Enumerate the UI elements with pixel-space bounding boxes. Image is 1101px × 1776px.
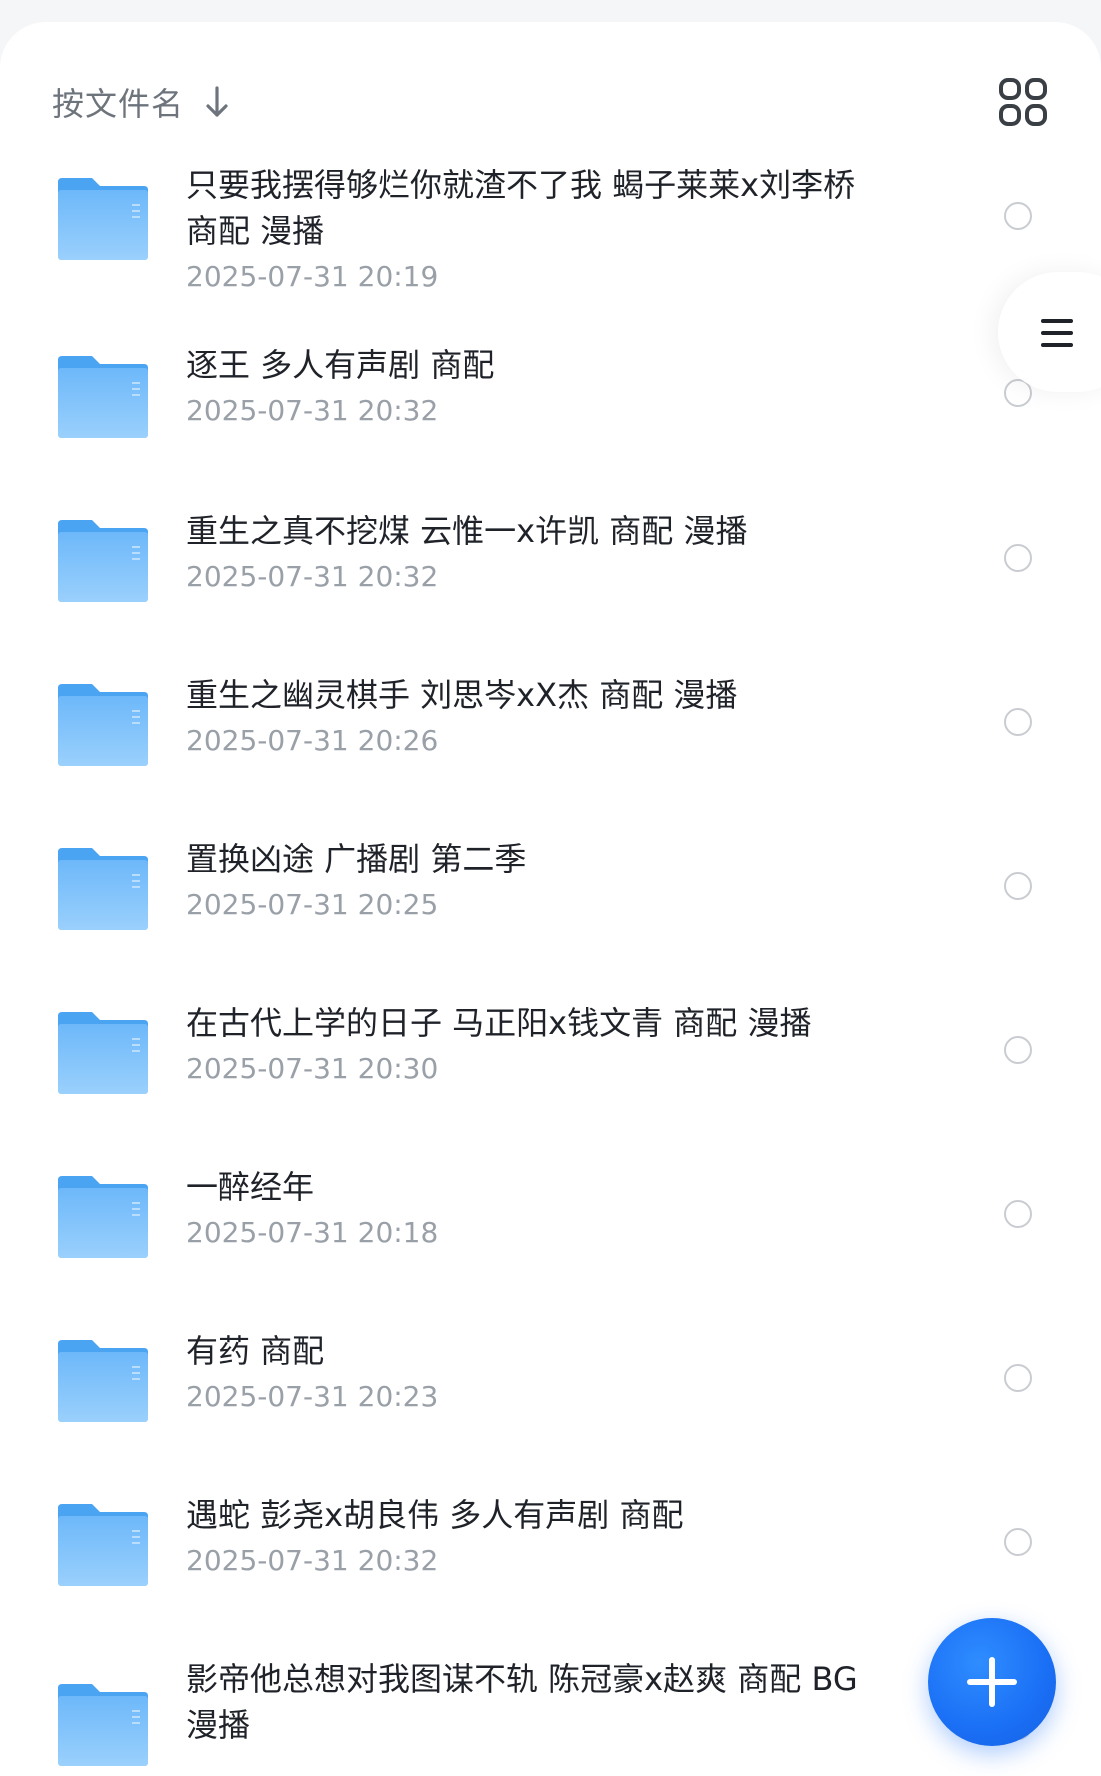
- file-name: 重生之真不挖煤 云惟一x许凯 商配 漫播: [186, 512, 748, 550]
- file-date: 2025-07-31 20:19: [186, 260, 439, 293]
- file-text: 遇蛇 彭尧x胡良伟 多人有声剧 商配 2025-07-31 20:32: [186, 1492, 906, 1582]
- file-date: 2025-07-31 20:18: [186, 1216, 439, 1249]
- plus-icon: [967, 1657, 1017, 1707]
- file-name: 影帝他总想对我图谋不轨 陈冠豪x赵爽 商配 BG 漫播: [186, 1660, 858, 1744]
- file-text: 逐王 多人有声剧 商配 2025-07-31 20:32: [186, 342, 906, 432]
- folder-icon: [58, 1684, 148, 1766]
- file-date: 2025-07-31 20:25: [186, 888, 439, 921]
- folder-icon: [58, 520, 148, 602]
- file-text: 只要我摆得够烂你就渣不了我 蝎子莱莱x刘李桥 商配 漫播 2025-07-31 …: [186, 162, 906, 298]
- file-name: 遇蛇 彭尧x胡良伟 多人有声剧 商配: [186, 1496, 684, 1534]
- select-radio[interactable]: [1004, 1528, 1032, 1556]
- file-date: 2025-07-31 20:32: [186, 1544, 439, 1577]
- folder-icon: [58, 1176, 148, 1258]
- file-name: 在古代上学的日子 马正阳x钱文青 商配 漫播: [186, 1004, 812, 1042]
- file-name: 逐王 多人有声剧 商配: [186, 346, 495, 384]
- arrow-down-icon: [202, 84, 232, 120]
- file-date: 2025-07-31 20:30: [186, 1052, 439, 1085]
- file-date: 2025-07-31 20:32: [186, 560, 439, 593]
- add-button[interactable]: [928, 1618, 1056, 1746]
- file-text: 在古代上学的日子 马正阳x钱文青 商配 漫播 2025-07-31 20:30: [186, 1000, 906, 1090]
- file-name: 置换凶途 广播剧 第二季: [186, 840, 527, 878]
- file-name: 重生之幽灵棋手 刘思岑xX杰 商配 漫播: [186, 676, 738, 714]
- select-radio[interactable]: [1004, 202, 1032, 230]
- file-text: 一醉经年 2025-07-31 20:18: [186, 1164, 906, 1254]
- file-text: 有药 商配 2025-07-31 20:23: [186, 1328, 906, 1418]
- folder-icon: [58, 684, 148, 766]
- select-radio[interactable]: [1004, 708, 1032, 736]
- folder-icon: [58, 1504, 148, 1586]
- file-date: 2025-07-31 20:23: [186, 1380, 439, 1413]
- file-name: 有药 商配: [186, 1332, 325, 1370]
- select-radio[interactable]: [1004, 1200, 1032, 1228]
- folder-icon: [58, 356, 148, 438]
- select-radio[interactable]: [1004, 1364, 1032, 1392]
- select-radio[interactable]: [1004, 544, 1032, 572]
- file-name: 只要我摆得够烂你就渣不了我 蝎子莱莱x刘李桥 商配 漫播: [186, 166, 856, 250]
- grid-view-icon[interactable]: [998, 77, 1048, 127]
- file-list-panel: 按文件名 只要我摆得够烂你就渣不了我 蝎子莱莱x刘李桥 商配 漫播 2025-0…: [0, 22, 1101, 1776]
- file-text: 重生之幽灵棋手 刘思岑xX杰 商配 漫播 2025-07-31 20:26: [186, 672, 906, 762]
- file-date: 2025-07-31 20:32: [186, 394, 439, 427]
- file-name: 一醉经年: [186, 1168, 315, 1206]
- select-radio[interactable]: [1004, 872, 1032, 900]
- folder-icon: [58, 178, 148, 260]
- select-radio[interactable]: [1004, 1036, 1032, 1064]
- file-text: 重生之真不挖煤 云惟一x许凯 商配 漫播 2025-07-31 20:32: [186, 508, 906, 598]
- menu-icon: [1041, 319, 1073, 347]
- file-date: 2025-07-31 20:26: [186, 724, 439, 757]
- side-menu-button[interactable]: [998, 272, 1101, 392]
- folder-icon: [58, 848, 148, 930]
- folder-icon: [58, 1012, 148, 1094]
- folder-icon: [58, 1340, 148, 1422]
- sort-label: 按文件名: [52, 85, 185, 123]
- sort-by-name-button[interactable]: 按文件名: [52, 62, 232, 142]
- file-text: 影帝他总想对我图谋不轨 陈冠豪x赵爽 商配 BG 漫播: [186, 1656, 906, 1750]
- file-text: 置换凶途 广播剧 第二季 2025-07-31 20:25: [186, 836, 906, 926]
